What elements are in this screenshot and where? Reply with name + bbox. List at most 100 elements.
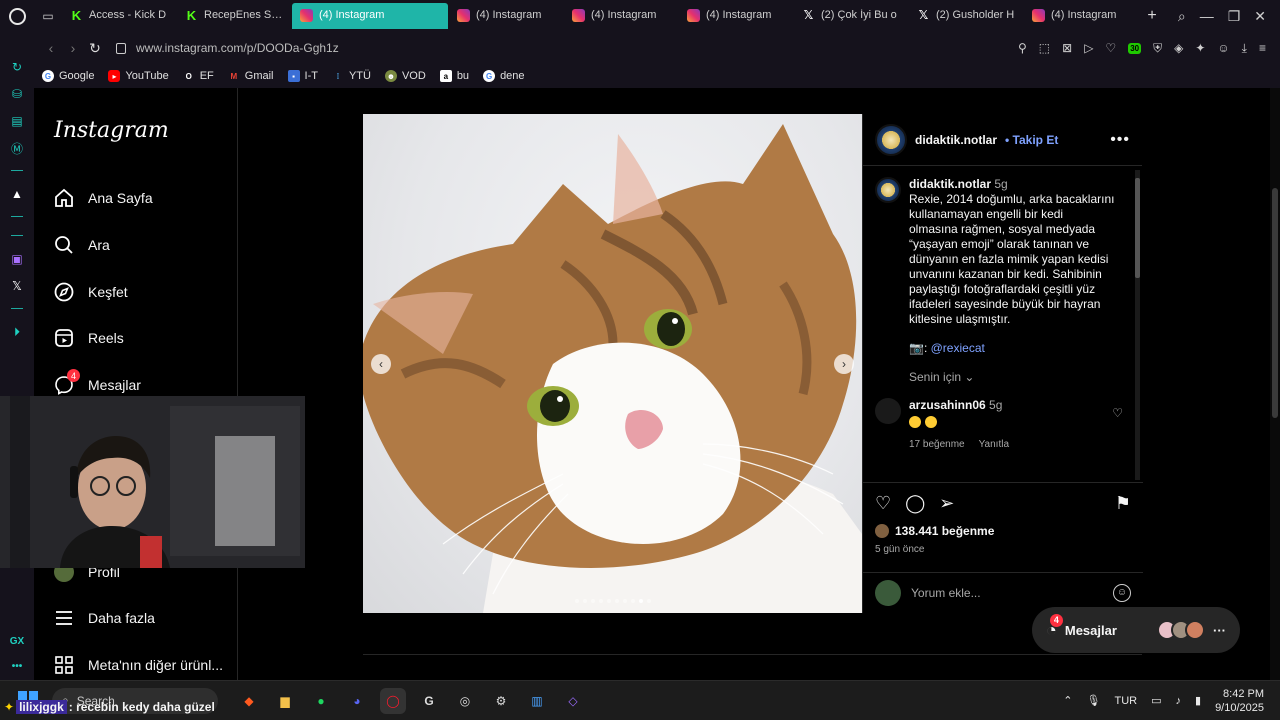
tab-instagram[interactable]: (4) Instagram: [449, 3, 563, 29]
emoji-icon[interactable]: ☺: [1113, 583, 1131, 602]
reload-icon[interactable]: ↻: [84, 40, 106, 57]
bookmark-ef[interactable]: O EF: [183, 70, 214, 82]
battery-icon[interactable]: ▮: [1195, 694, 1201, 707]
commenter-username[interactable]: arzusahinn06: [909, 398, 986, 412]
tab-instagram[interactable]: (4) Instagram: [564, 3, 678, 29]
save-icon[interactable]: ⚑: [1115, 493, 1131, 514]
snapshot-icon[interactable]: ⬚: [1039, 41, 1050, 55]
app-icon-red[interactable]: ◆: [236, 688, 262, 714]
stripes-icon[interactable]: ▤: [8, 112, 26, 130]
shield-icon[interactable]: ⛨: [1153, 41, 1162, 56]
volume-icon[interactable]: ♪: [1176, 695, 1182, 707]
m-icon[interactable]: Ⓜ: [8, 139, 26, 157]
tab-instagram[interactable]: (4) Instagram: [1024, 3, 1138, 29]
menu-icon[interactable]: ≡: [1259, 41, 1266, 55]
discord-icon[interactable]: ◕: [344, 688, 370, 714]
share-icon[interactable]: ➢: [939, 493, 954, 514]
bookmark-it[interactable]: ▪ I-T: [287, 70, 318, 82]
like-icon[interactable]: ♡: [875, 493, 891, 514]
bag-icon[interactable]: ⛁: [8, 85, 26, 103]
gx-icon[interactable]: GX: [10, 636, 24, 647]
tab-kick-1[interactable]: K Access - Kick D: [62, 3, 176, 29]
shield-x-icon[interactable]: ⊠: [1062, 41, 1072, 55]
puzzle-icon[interactable]: ✦: [1195, 41, 1205, 55]
nav-reels[interactable]: Reels: [54, 325, 124, 351]
chevron-up-icon[interactable]: ⌃: [1063, 694, 1072, 707]
spotify-icon[interactable]: ●: [308, 688, 334, 714]
bookmark-vod[interactable]: ☻ VOD: [384, 70, 426, 82]
nav-more[interactable]: Daha fazla: [54, 605, 155, 631]
pin-icon[interactable]: ⚲: [1018, 41, 1027, 55]
more-options-icon[interactable]: •••: [1110, 131, 1130, 149]
commenter-avatar[interactable]: [875, 398, 901, 424]
tab-menu-icon[interactable]: ▭: [34, 0, 62, 32]
bookmark-ytu[interactable]: ⁞ YTÜ: [332, 70, 371, 82]
like-count[interactable]: 138.441 beğenme: [895, 524, 994, 538]
x-icon[interactable]: 𝕏: [8, 277, 26, 295]
new-tab-button[interactable]: +: [1139, 7, 1165, 25]
reply-button[interactable]: Yanıtla: [979, 439, 1009, 450]
tab-x[interactable]: 𝕏 (2) Gusholder H: [909, 3, 1023, 29]
twitch-icon[interactable]: ▣: [8, 250, 26, 268]
player-icon[interactable]: ⏵: [8, 323, 26, 341]
post-image[interactable]: ‹ ›: [363, 114, 862, 613]
bookmark-bu[interactable]: a bu: [439, 70, 469, 82]
audio-app-icon[interactable]: ▥: [524, 688, 550, 714]
instagram-logo[interactable]: Instagram: [54, 118, 169, 143]
more-icon[interactable]: •••: [12, 661, 23, 672]
author-avatar[interactable]: [875, 123, 907, 156]
heart-icon[interactable]: ♡: [1105, 41, 1116, 55]
comment-input[interactable]: Yorum ekle...: [911, 586, 981, 600]
tab-x[interactable]: 𝕏 (2) Çok İyi Bu o: [794, 3, 908, 29]
prev-image-button[interactable]: ‹: [371, 354, 391, 374]
search-icon[interactable]: ⌕: [1178, 8, 1186, 25]
next-image-button[interactable]: ›: [834, 354, 854, 374]
comments-scrollbar[interactable]: [1135, 170, 1140, 480]
microphone-icon[interactable]: 🎙: [1087, 694, 1101, 707]
caption-avatar[interactable]: [875, 177, 901, 203]
refresh-icon[interactable]: ↻: [8, 58, 26, 76]
opera-logo-icon[interactable]: [0, 0, 34, 32]
restore-icon[interactable]: ❐: [1228, 8, 1241, 25]
aria-icon[interactable]: ▲: [8, 185, 26, 203]
minimize-icon[interactable]: —: [1200, 8, 1214, 24]
tab-kick-2[interactable]: K RecepEnes Stre: [177, 3, 291, 29]
close-icon[interactable]: ✕: [1254, 8, 1266, 25]
page-scrollbar[interactable]: [1270, 88, 1280, 680]
bookmark-youtube[interactable]: ▸ YouTube: [108, 70, 169, 82]
play-icon[interactable]: ▷: [1084, 41, 1093, 55]
g-hub-icon[interactable]: G: [416, 688, 442, 714]
profile-icon[interactable]: ☺: [1217, 41, 1229, 55]
nav-messages[interactable]: 4 Mesajlar: [54, 369, 141, 398]
download-icon[interactable]: ⤓: [1242, 41, 1247, 56]
tab-instagram-active[interactable]: (4) Instagram: [292, 3, 448, 29]
file-explorer-icon[interactable]: ▆: [272, 688, 298, 714]
clock[interactable]: 8:42 PM 9/10/2025: [1215, 687, 1264, 715]
bookmark-google[interactable]: G Google: [42, 70, 94, 82]
back-icon[interactable]: ‹: [40, 40, 62, 56]
tab-instagram[interactable]: (4) Instagram: [679, 3, 793, 29]
opera-gx-icon[interactable]: ◯: [380, 687, 406, 714]
forward-icon[interactable]: ›: [62, 40, 84, 56]
extension-icon[interactable]: ◈: [1174, 41, 1183, 55]
nav-explore[interactable]: Keşfet: [54, 279, 128, 305]
messages-pill[interactable]: ◔ 4 Mesajlar ···: [1032, 607, 1240, 653]
comment-likes[interactable]: 17 beğenme: [909, 439, 965, 450]
app-icon-purple[interactable]: ◇: [560, 688, 586, 714]
bookmark-dene[interactable]: Gdene: [483, 70, 525, 82]
network-icon[interactable]: ▭: [1151, 694, 1161, 707]
bookmark-gmail[interactable]: M Gmail: [228, 70, 273, 82]
steelseries-icon[interactable]: ⚙: [488, 688, 514, 714]
nav-home[interactable]: Ana Sayfa: [54, 185, 153, 211]
caption-username[interactable]: didaktik.notlar: [909, 177, 991, 191]
nav-meta[interactable]: Meta'nın diğer ürünl...: [54, 652, 223, 678]
extension-badge[interactable]: 30: [1128, 42, 1142, 54]
url-field[interactable]: www.instagram.com/p/DOODa-Ggh1z: [116, 41, 339, 55]
follow-button[interactable]: • Takip Et: [1005, 133, 1058, 147]
nav-search[interactable]: Ara: [54, 232, 110, 258]
for-you-filter[interactable]: Senin için ⌄: [909, 370, 1123, 384]
language-indicator[interactable]: TUR: [1114, 695, 1137, 707]
credit-mention[interactable]: @rexiecat: [931, 341, 985, 355]
comment-icon[interactable]: ◯: [905, 493, 925, 514]
obs-icon[interactable]: ◎: [452, 688, 478, 714]
